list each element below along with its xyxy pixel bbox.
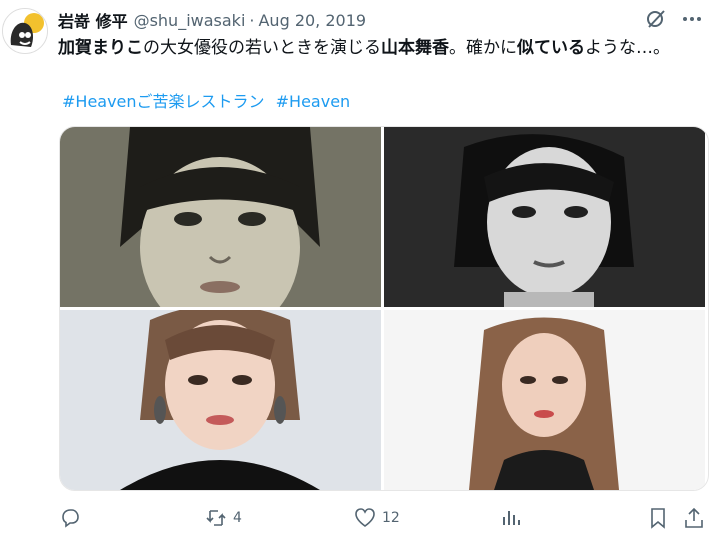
tweet-date[interactable]: Aug 20, 2019 <box>258 11 366 30</box>
photo-top-left[interactable] <box>60 127 381 307</box>
reply-button[interactable] <box>59 507 87 529</box>
text-part: ような…。 <box>585 38 670 58</box>
author-handle[interactable]: @shu_iwasaki <box>134 11 246 30</box>
retweet-count: 4 <box>233 510 242 526</box>
avatar[interactable] <box>2 8 48 54</box>
share-icon <box>685 507 703 528</box>
views-icon <box>503 511 520 525</box>
hashtag-link[interactable]: #Heavenご苦楽レストラン <box>62 92 265 111</box>
tweet-text: 加賀まりこの大女優役の若いときを演じる山本舞香。確かに似ているような…。 <box>58 36 688 61</box>
tweet-header: 岩嵜 修平 @shu_iwasaki · Aug 20, 2019 <box>58 8 703 32</box>
photo-top-right[interactable] <box>384 127 705 307</box>
reply-icon <box>62 509 79 528</box>
action-bar: 4 12 <box>59 507 707 531</box>
hashtags: #Heavenご苦楽レストラン #Heaven <box>62 88 356 112</box>
grok-icon[interactable] <box>645 8 667 30</box>
retweet-button[interactable]: 4 <box>205 507 242 529</box>
text-part: 似ている <box>517 38 585 58</box>
views-button[interactable] <box>500 507 528 529</box>
text-part: 加賀まりこ <box>58 38 143 58</box>
photo-bottom-right[interactable] <box>384 310 705 490</box>
text-part: 。確かに <box>449 38 517 58</box>
like-button[interactable]: 12 <box>354 507 400 529</box>
like-count: 12 <box>382 510 400 526</box>
bookmark-icon <box>651 508 665 529</box>
media-grid <box>59 126 709 491</box>
author-name[interactable]: 岩嵜 修平 <box>58 8 128 32</box>
text-part: 山本舞香 <box>381 38 449 58</box>
retweet-icon <box>206 510 226 526</box>
share-button[interactable] <box>683 507 705 529</box>
more-icon[interactable] <box>681 8 703 30</box>
separator: · <box>249 10 255 30</box>
hashtag-link[interactable]: #Heaven <box>276 92 351 111</box>
heart-icon <box>355 508 375 527</box>
photo-bottom-left[interactable] <box>60 310 381 490</box>
text-part: の大女優役の若いときを演じる <box>143 38 381 58</box>
bookmark-button[interactable] <box>647 507 669 529</box>
